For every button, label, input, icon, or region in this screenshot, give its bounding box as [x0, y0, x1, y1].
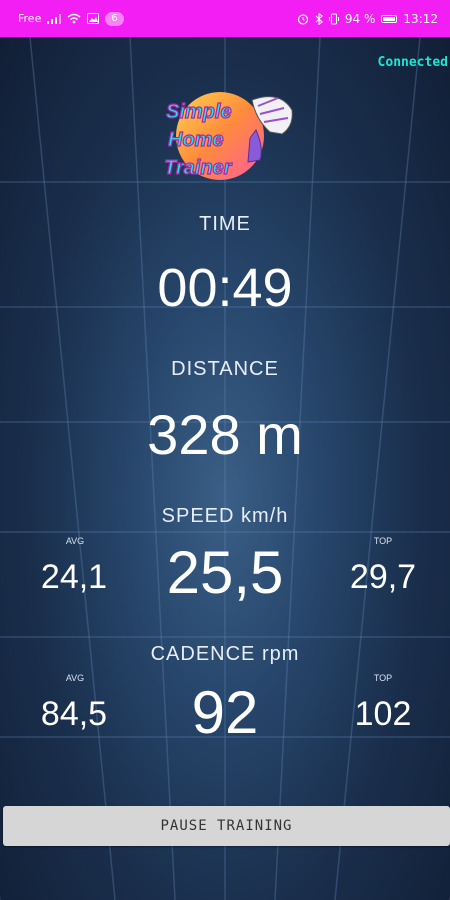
speed-avg-label: AVG [65, 536, 85, 546]
connection-status: Connected [377, 55, 448, 70]
bluetooth-icon [315, 12, 323, 25]
app-logo: Simple Home Trainer [163, 92, 293, 180]
status-bar: Free 6 94 % 13:12 [0, 0, 450, 37]
battery-icon [381, 14, 398, 23]
logo-line-simple: Simple [166, 101, 232, 123]
cadence-label: CADENCE rpm [150, 643, 300, 665]
distance-label: DISTANCE [171, 358, 279, 380]
speed-label: SPEED km/h [161, 505, 289, 527]
cadence-top-value: 102 [354, 695, 412, 733]
wifi-icon [67, 13, 81, 24]
image-notification-icon [87, 13, 100, 24]
pause-training-button[interactable]: PAUSE TRAINING [3, 806, 450, 846]
notification-count-badge: 6 [105, 11, 124, 26]
distance-value: 328 m [147, 403, 303, 466]
time-value: 00:49 [157, 258, 293, 318]
clock: 13:12 [403, 11, 438, 26]
cadence-avg-value: 84,5 [40, 695, 108, 733]
speed-avg-value: 24,1 [40, 558, 108, 596]
carrier-name: Free [18, 12, 42, 25]
cadence-avg-label: AVG [65, 673, 85, 683]
signal-icon [47, 13, 62, 24]
vibrate-icon [328, 13, 339, 25]
battery-percent: 94 % [344, 11, 376, 26]
time-label: TIME [199, 213, 251, 235]
logo-line-trainer: Trainer [164, 157, 233, 179]
speed-top-value: 29,7 [349, 558, 417, 596]
alarm-icon [297, 13, 309, 25]
cadence-top-label: TOP [373, 673, 393, 683]
speed-top-label: TOP [373, 536, 393, 546]
logo-line-home: Home [168, 129, 224, 151]
